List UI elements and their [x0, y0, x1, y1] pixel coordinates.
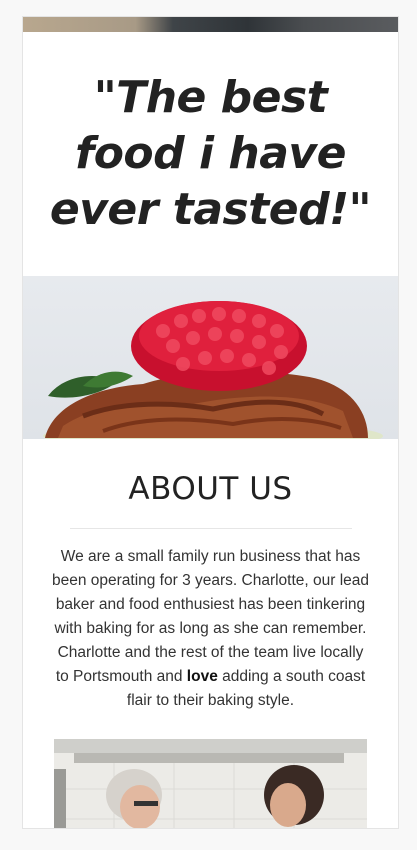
kitchen-image — [54, 739, 367, 828]
hero-image-strip — [23, 17, 398, 32]
about-title: ABOUT US — [128, 471, 293, 507]
testimonial-section: "The best food i have ever tasted!" — [23, 32, 398, 276]
cupcake-illustration — [43, 301, 383, 439]
about-paragraph: We are a small family run business that … — [51, 545, 371, 713]
cupcake-image — [23, 276, 398, 439]
kitchen-illustration — [54, 739, 367, 828]
section-divider — [69, 528, 352, 529]
about-section: ABOUT US We are a small family run busin… — [23, 439, 398, 828]
page-card: "The best food i have ever tasted!" ABOU… — [22, 16, 399, 829]
testimonial-quote: "The best food i have ever tasted!" — [49, 72, 372, 235]
about-text-part-1: We are a small family run business that … — [51, 548, 370, 685]
about-text-bold: love — [186, 668, 218, 685]
